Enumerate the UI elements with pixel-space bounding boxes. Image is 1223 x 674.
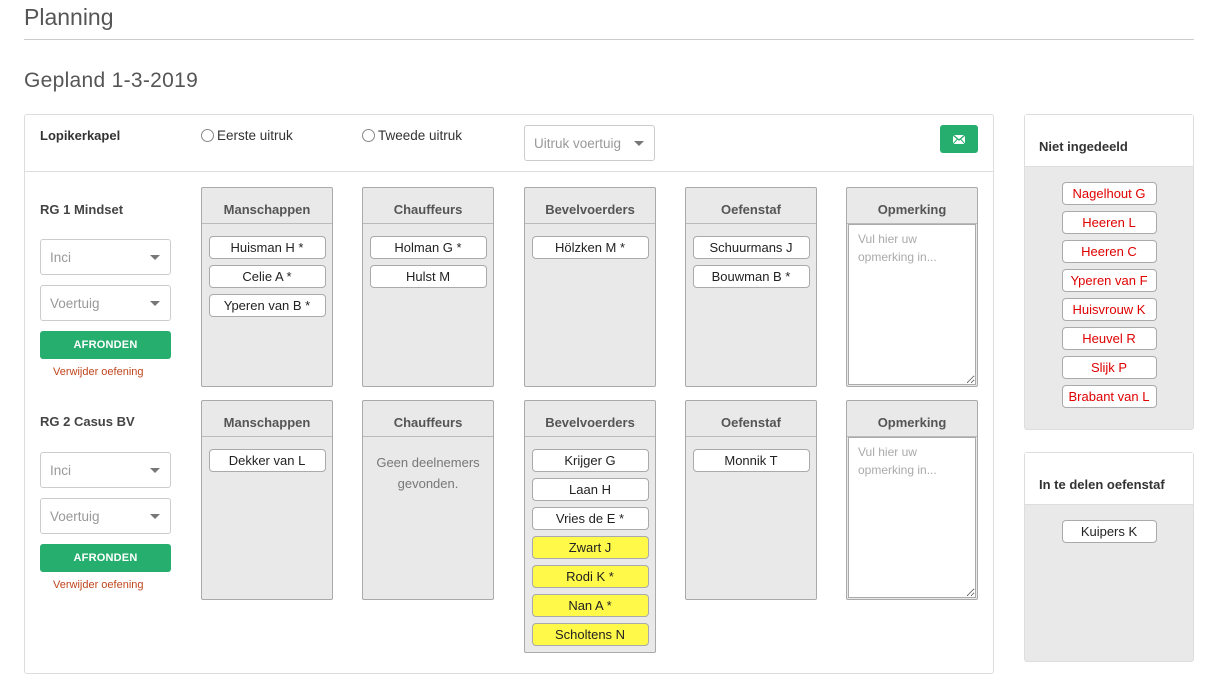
inci-select[interactable]: Inci xyxy=(40,452,171,488)
first-turnout-radio[interactable]: Eerste uitruk xyxy=(201,128,293,143)
radio-label: Eerste uitruk xyxy=(217,128,293,143)
column-bevelvoerders[interactable]: Bevelvoerders Hölzken M * xyxy=(524,187,656,387)
person-chip[interactable]: Scholtens N xyxy=(531,623,649,646)
empty-message: Geen deelnemers gevonden. xyxy=(376,455,480,491)
person-chip[interactable]: Huisman H * xyxy=(208,236,326,259)
delete-exercise-link[interactable]: Verwijder oefening xyxy=(53,579,144,591)
person-chip[interactable]: Hölzken M * xyxy=(531,236,649,259)
person-chip[interactable]: Zwart J xyxy=(531,536,649,559)
unassigned-person-chip[interactable]: Heeren C xyxy=(1061,240,1157,263)
column-header: Oefenstaf xyxy=(686,188,816,224)
column-header: Manschappen xyxy=(202,401,332,437)
staff-chip[interactable]: Kuipers K xyxy=(1061,520,1157,543)
column-header: Opmerking xyxy=(847,401,977,437)
chip-list: Schuurmans J Bouwman B * xyxy=(686,224,816,294)
chevron-down-icon xyxy=(150,301,160,306)
person-chip[interactable]: Hulst M xyxy=(369,265,487,288)
station-name: Lopikerkapel xyxy=(40,128,121,143)
remark-box: Opmerking xyxy=(846,187,978,387)
column-chauffeurs[interactable]: Chauffeurs Geen deelnemers gevonden. xyxy=(362,400,494,600)
turnout-vehicle-select[interactable]: Uitruk voertuig xyxy=(524,125,655,161)
column-header: Oefenstaf xyxy=(686,401,816,437)
remark-textarea[interactable] xyxy=(848,224,976,385)
radio-circle[interactable] xyxy=(362,129,375,142)
vehicle-select[interactable]: Voertuig xyxy=(40,285,171,321)
person-chip[interactable]: Krijger G xyxy=(531,449,649,472)
person-chip[interactable]: Dekker van L xyxy=(208,449,326,472)
person-chip[interactable]: Monnik T xyxy=(692,449,810,472)
column-manschappen[interactable]: Manschappen Dekker van L xyxy=(201,400,333,600)
planned-date-title: Gepland 1-3-2019 xyxy=(24,69,199,92)
finish-button[interactable]: AFRONDEN xyxy=(40,331,171,359)
select-value: Inci xyxy=(50,462,72,478)
chevron-down-icon xyxy=(150,255,160,260)
panel-title: In te delen oefenstaf xyxy=(1025,453,1193,505)
vehicle-select[interactable]: Voertuig xyxy=(40,498,171,534)
planning-panel: Lopikerkapel Eerste uitruk Tweede uitruk… xyxy=(24,114,994,674)
person-chip[interactable]: Holman G * xyxy=(369,236,487,259)
unassigned-person-chip[interactable]: Huisvrouw K xyxy=(1061,298,1157,321)
person-chip[interactable]: Vries de E * xyxy=(531,507,649,530)
select-value: Voertuig xyxy=(50,295,100,311)
column-bevelvoerders[interactable]: Bevelvoerders Krijger G Laan H Vries de E … xyxy=(524,400,656,653)
chip-list: Krijger G Laan H Vries de E * Zwart J Rodi K… xyxy=(525,437,655,652)
unassigned-person-chip[interactable]: Yperen van F xyxy=(1061,269,1157,292)
group-title: RG 1 Mindset xyxy=(40,202,124,217)
column-header: Chauffeurs xyxy=(363,188,493,224)
chip-list: Dekker van L xyxy=(202,437,332,478)
unassigned-person-chip[interactable]: Heuvel R xyxy=(1061,327,1157,350)
panel-title: Niet ingedeeld xyxy=(1025,115,1193,167)
envelope-icon xyxy=(953,134,965,144)
chip-list: Huisman H * Celie A * Yperen van B * xyxy=(202,224,332,323)
column-header: Bevelvoerders xyxy=(525,188,655,224)
column-oefenstaf[interactable]: Oefenstaf Monnik T xyxy=(685,400,817,600)
column-header: Bevelvoerders xyxy=(525,401,655,437)
column-oefenstaf[interactable]: Oefenstaf Schuurmans J Bouwman B * xyxy=(685,187,817,387)
finish-button[interactable]: AFRONDEN xyxy=(40,544,171,572)
chip-list: Monnik T xyxy=(686,437,816,478)
second-turnout-radio[interactable]: Tweede uitruk xyxy=(362,128,462,143)
chevron-down-icon xyxy=(634,141,644,146)
unassigned-person-chip[interactable]: Heeren L xyxy=(1061,211,1157,234)
page-title: Planning xyxy=(24,4,114,30)
person-chip[interactable]: Yperen van B * xyxy=(208,294,326,317)
chevron-down-icon xyxy=(150,514,160,519)
inci-select[interactable]: Inci xyxy=(40,239,171,275)
column-header: Chauffeurs xyxy=(363,401,493,437)
unassigned-panel: Niet ingedeeld Nagelhout G Heeren L Heeren… xyxy=(1024,114,1194,430)
chip-list: Holman G * Hulst M xyxy=(363,224,493,294)
unassigned-person-chip[interactable]: Nagelhout G xyxy=(1061,182,1157,205)
column-header: Manschappen xyxy=(202,188,332,224)
person-chip[interactable]: Celie A * xyxy=(208,265,326,288)
person-chip[interactable]: Rodi K * xyxy=(531,565,649,588)
remark-box: Opmerking xyxy=(846,400,978,600)
column-header: Opmerking xyxy=(847,188,977,224)
person-chip[interactable]: Bouwman B * xyxy=(692,265,810,288)
radio-label: Tweede uitruk xyxy=(378,128,463,143)
chevron-down-icon xyxy=(150,468,160,473)
select-value: Voertuig xyxy=(50,508,100,524)
group-title: RG 2 Casus BV xyxy=(40,414,135,429)
column-chauffeurs[interactable]: Chauffeurs Holman G * Hulst M xyxy=(362,187,494,387)
remark-textarea[interactable] xyxy=(848,437,976,598)
select-value: Inci xyxy=(50,249,72,265)
select-value: Uitruk voertuig xyxy=(534,135,622,151)
chip-list: Hölzken M * xyxy=(525,224,655,265)
radio-circle[interactable] xyxy=(201,129,214,142)
person-chip[interactable]: Laan H xyxy=(531,478,649,501)
unassigned-person-chip[interactable]: Slijk P xyxy=(1061,356,1157,379)
staff-panel: In te delen oefenstaf Kuipers K xyxy=(1024,452,1194,662)
panel-header: Lopikerkapel Eerste uitruk Tweede uitruk… xyxy=(25,115,993,172)
column-manschappen[interactable]: Manschappen Huisman H * Celie A * Yperen v… xyxy=(201,187,333,387)
unassigned-person-chip[interactable]: Brabant van L xyxy=(1061,385,1157,408)
title-divider xyxy=(24,39,1194,40)
chip-list: Nagelhout G Heeren L Heeren C Yperen van F H… xyxy=(1025,167,1193,414)
person-chip[interactable]: Nan A * xyxy=(531,594,649,617)
person-chip[interactable]: Schuurmans J xyxy=(692,236,810,259)
delete-exercise-link[interactable]: Verwijder oefening xyxy=(53,366,144,378)
chip-list: Kuipers K xyxy=(1025,505,1193,549)
send-mail-button[interactable] xyxy=(940,125,978,153)
